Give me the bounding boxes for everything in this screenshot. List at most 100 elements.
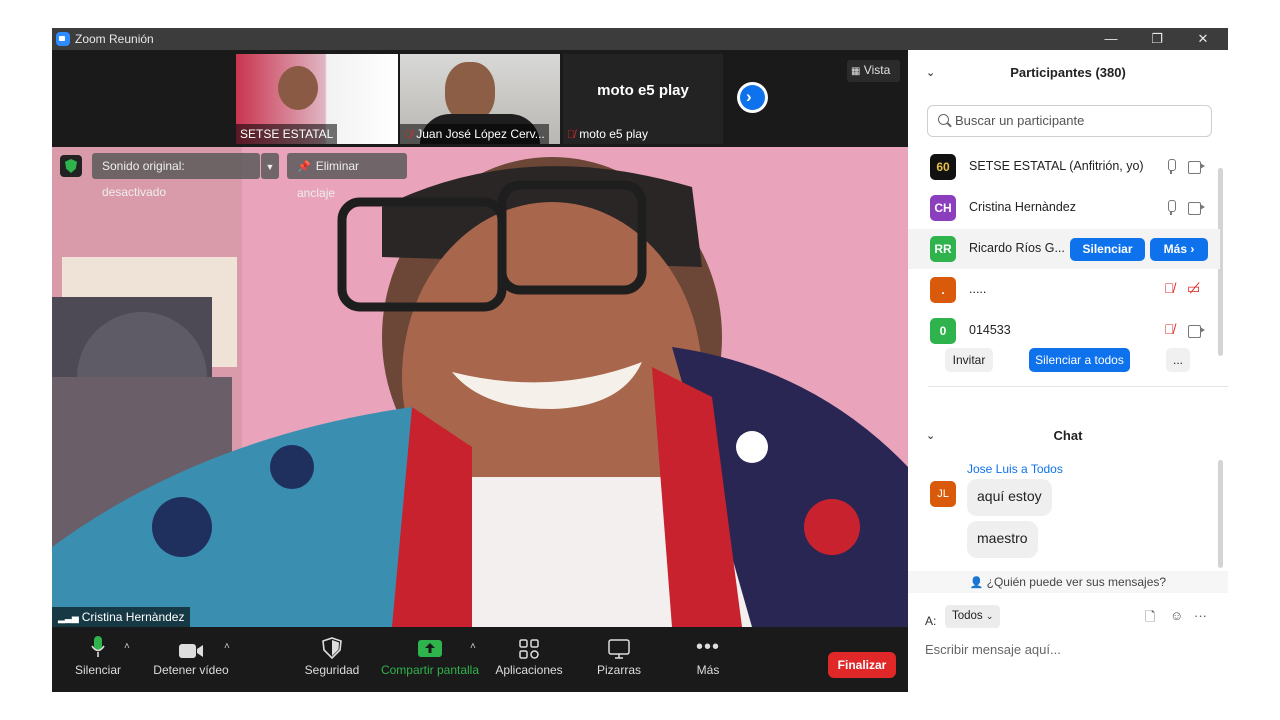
main-video[interactable]: Sonido original: desactivado ▼ 📌 Eliminar… <box>52 147 908 627</box>
person-eye-icon: 👤 <box>969 577 984 589</box>
recipient-label: A: <box>925 614 937 628</box>
recipient-select[interactable]: Todos ⌄ <box>945 605 1001 628</box>
next-page-button[interactable]: › <box>737 82 768 113</box>
muted-mic-icon: 🎙̸ <box>404 129 413 141</box>
more-dots-icon: ••• <box>695 636 720 658</box>
video-camera-icon <box>1188 325 1205 338</box>
meeting-stage: SETSE ESTATAL 🎙̸ Juan José López Cerv... … <box>52 50 908 692</box>
thumbnail-juan[interactable]: 🎙̸ Juan José López Cerv... <box>400 54 560 144</box>
participants-header: ⌄ Participantes (380) <box>908 50 1228 96</box>
participant-name: Cristina Hernàndez <box>969 200 1076 214</box>
avatar: 0 <box>930 318 956 344</box>
security-button[interactable]: Seguridad <box>304 627 360 692</box>
participant-name: Ricardo Ríos G... <box>969 241 1065 255</box>
mute-all-button[interactable]: Silenciar a todos <box>1029 348 1130 372</box>
chevron-down-icon: ▼ <box>265 162 275 172</box>
search-placeholder: Buscar un participante <box>955 113 1085 128</box>
chevron-down-icon: ⌄ <box>985 611 994 621</box>
muted-mic-icon: 🎙̸ <box>567 129 576 141</box>
mute-label: Silenciar <box>74 663 122 677</box>
chevron-right-icon: › <box>746 87 752 106</box>
chat-scrollbar[interactable] <box>1218 460 1223 568</box>
participant-row[interactable]: . ..... 🎙̸ ▭̸ <box>908 270 1220 310</box>
participant-search-input[interactable]: Buscar un participante <box>927 105 1212 137</box>
window-title: Zoom Reunión <box>75 32 154 46</box>
participant-row[interactable]: 0 014533 🎙̸ <box>908 311 1220 351</box>
microphone-icon <box>1166 200 1176 216</box>
participant-name: SETSE ESTATAL (Anfitrión, yo) <box>969 159 1144 173</box>
participant-name: ..... <box>969 282 987 296</box>
view-button[interactable]: ▦ Vista <box>847 60 900 82</box>
chat-message-input[interactable]: Escribir mensaje aquí... <box>925 642 1061 657</box>
message-visibility-link[interactable]: 👤 ¿Quién puede ver sus mensajes? <box>908 571 1228 593</box>
stop-video-label: Detener vídeo <box>153 663 229 677</box>
video-camera-icon <box>152 627 230 663</box>
video-camera-icon <box>1188 202 1205 215</box>
thumbnail-moto[interactable]: moto e5 play 🎙̸ moto e5 play <box>563 54 723 144</box>
mute-participant-button[interactable]: Silenciar <box>1070 238 1145 261</box>
share-screen-button[interactable]: Compartir pantalla <box>378 627 482 692</box>
meeting-toolbar: Silenciar ˄ Detener vídeo ˄ Seguridad Co… <box>52 627 908 692</box>
more-options-icon[interactable]: ··· <box>1194 608 1207 623</box>
participant-face-image <box>445 62 495 122</box>
participant-row[interactable]: RR Ricardo Ríos G... Silenciar Más › <box>908 229 1220 269</box>
search-icon <box>938 114 949 125</box>
more-label: Más <box>696 663 720 677</box>
zoom-window: Zoom Reunión — ❐ ✕ SETSE ESTATAL 🎙̸ Juan … <box>52 28 1228 692</box>
microphone-icon <box>1166 159 1176 175</box>
participant-more-button[interactable]: Más › <box>1150 238 1208 261</box>
chat-title: Chat <box>1053 428 1083 443</box>
chevron-down-icon[interactable]: ⌄ <box>926 421 935 451</box>
speaker-name-tag: ▂▃▅ Cristina Hernàndez <box>52 607 191 627</box>
video-options-caret-icon[interactable]: ˄ <box>224 641 230 652</box>
whiteboards-button[interactable]: Pizarras <box>592 627 646 692</box>
stop-video-button[interactable]: Detener vídeo <box>152 627 230 692</box>
participant-row[interactable]: CH Cristina Hernàndez <box>908 188 1220 228</box>
apps-button[interactable]: Aplicaciones <box>492 627 566 692</box>
avatar: JL <box>930 481 956 507</box>
video-off-icon: ▭̸ <box>1187 280 1201 296</box>
thumbnail-name: SETSE ESTATAL <box>236 124 338 144</box>
zoom-logo-icon <box>56 32 70 46</box>
avatar: 60 <box>930 154 956 180</box>
recipient-value: Todos <box>952 610 983 622</box>
title-bar: Zoom Reunión — ❐ ✕ <box>52 28 1228 50</box>
chat-message: aquí estoy <box>967 479 1052 516</box>
grid-icon: ▦ <box>851 66 861 77</box>
share-screen-icon <box>378 627 482 663</box>
more-button[interactable]: ••• Más <box>686 627 730 692</box>
pin-icon: 📌 <box>297 161 311 173</box>
invite-button[interactable]: Invitar <box>945 348 993 372</box>
participant-row[interactable]: 60 SETSE ESTATAL (Anfitrión, yo) <box>908 147 1220 187</box>
divider <box>928 386 1228 387</box>
minimize-button[interactable]: — <box>1088 28 1134 50</box>
participants-more-button[interactable]: ... <box>1166 348 1190 372</box>
close-button[interactable]: ✕ <box>1180 28 1226 50</box>
sound-options-dropdown[interactable]: ▼ <box>261 153 279 179</box>
unpin-button[interactable]: 📌 Eliminar anclaje <box>287 153 407 200</box>
muted-mic-icon: 🎙̸ <box>1164 280 1175 296</box>
end-meeting-button[interactable]: Finalizar <box>828 652 896 678</box>
thumbnail-name: Juan José López Cerv... <box>416 127 545 141</box>
mute-options-caret-icon[interactable]: ˄ <box>124 641 130 652</box>
speaker-video-image <box>52 147 908 627</box>
share-screen-label: Compartir pantalla <box>380 663 480 677</box>
whiteboard-icon <box>592 627 646 663</box>
chevron-down-icon[interactable]: ⌄ <box>926 50 935 96</box>
share-options-caret-icon[interactable]: ˄ <box>470 641 476 652</box>
message-sender: Jose Luis a Todos <box>967 462 1063 476</box>
security-shield-icon[interactable] <box>60 155 82 177</box>
avatar: . <box>930 277 956 303</box>
emoji-icon[interactable]: ☺ <box>1170 608 1183 623</box>
thumbnail-setse[interactable]: SETSE ESTATAL <box>236 54 398 144</box>
apps-icon <box>492 627 566 663</box>
whiteboards-label: Pizarras <box>596 663 641 677</box>
file-icon[interactable]: 🗋 <box>1145 608 1155 630</box>
avatar: CH <box>930 195 956 221</box>
thumbnail-name-row: 🎙̸ Juan José López Cerv... <box>400 124 549 144</box>
mute-button[interactable]: Silenciar <box>72 627 124 692</box>
microphone-icon <box>72 627 124 663</box>
restore-button[interactable]: ❐ <box>1134 28 1180 50</box>
shield-icon <box>304 627 360 663</box>
original-sound-button[interactable]: Sonido original: desactivado <box>92 153 260 199</box>
